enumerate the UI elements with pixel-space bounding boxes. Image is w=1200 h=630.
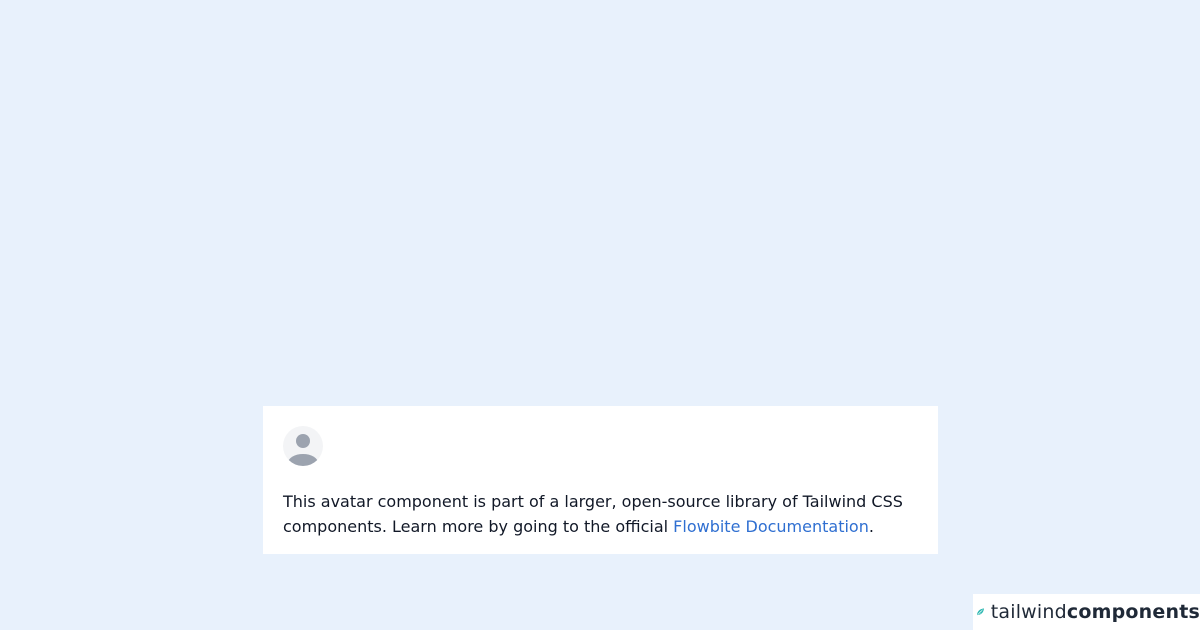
flowbite-documentation-link[interactable]: Flowbite Documentation: [673, 517, 869, 536]
brand-text-bold: components: [1066, 601, 1200, 623]
tailwind-leaf-icon: [977, 608, 984, 616]
brand-wordmark: tailwindcomponents: [991, 601, 1200, 623]
avatar-card: This avatar component is part of a large…: [263, 406, 938, 554]
description-text: This avatar component is part of a large…: [283, 489, 918, 539]
user-placeholder-icon: [288, 434, 318, 466]
description-after: .: [868, 517, 874, 536]
tailwindcomponents-badge[interactable]: tailwindcomponents: [973, 594, 1200, 630]
avatar: [283, 426, 323, 466]
page: This avatar component is part of a large…: [0, 0, 1200, 630]
brand-text-light: tailwind: [990, 601, 1067, 623]
